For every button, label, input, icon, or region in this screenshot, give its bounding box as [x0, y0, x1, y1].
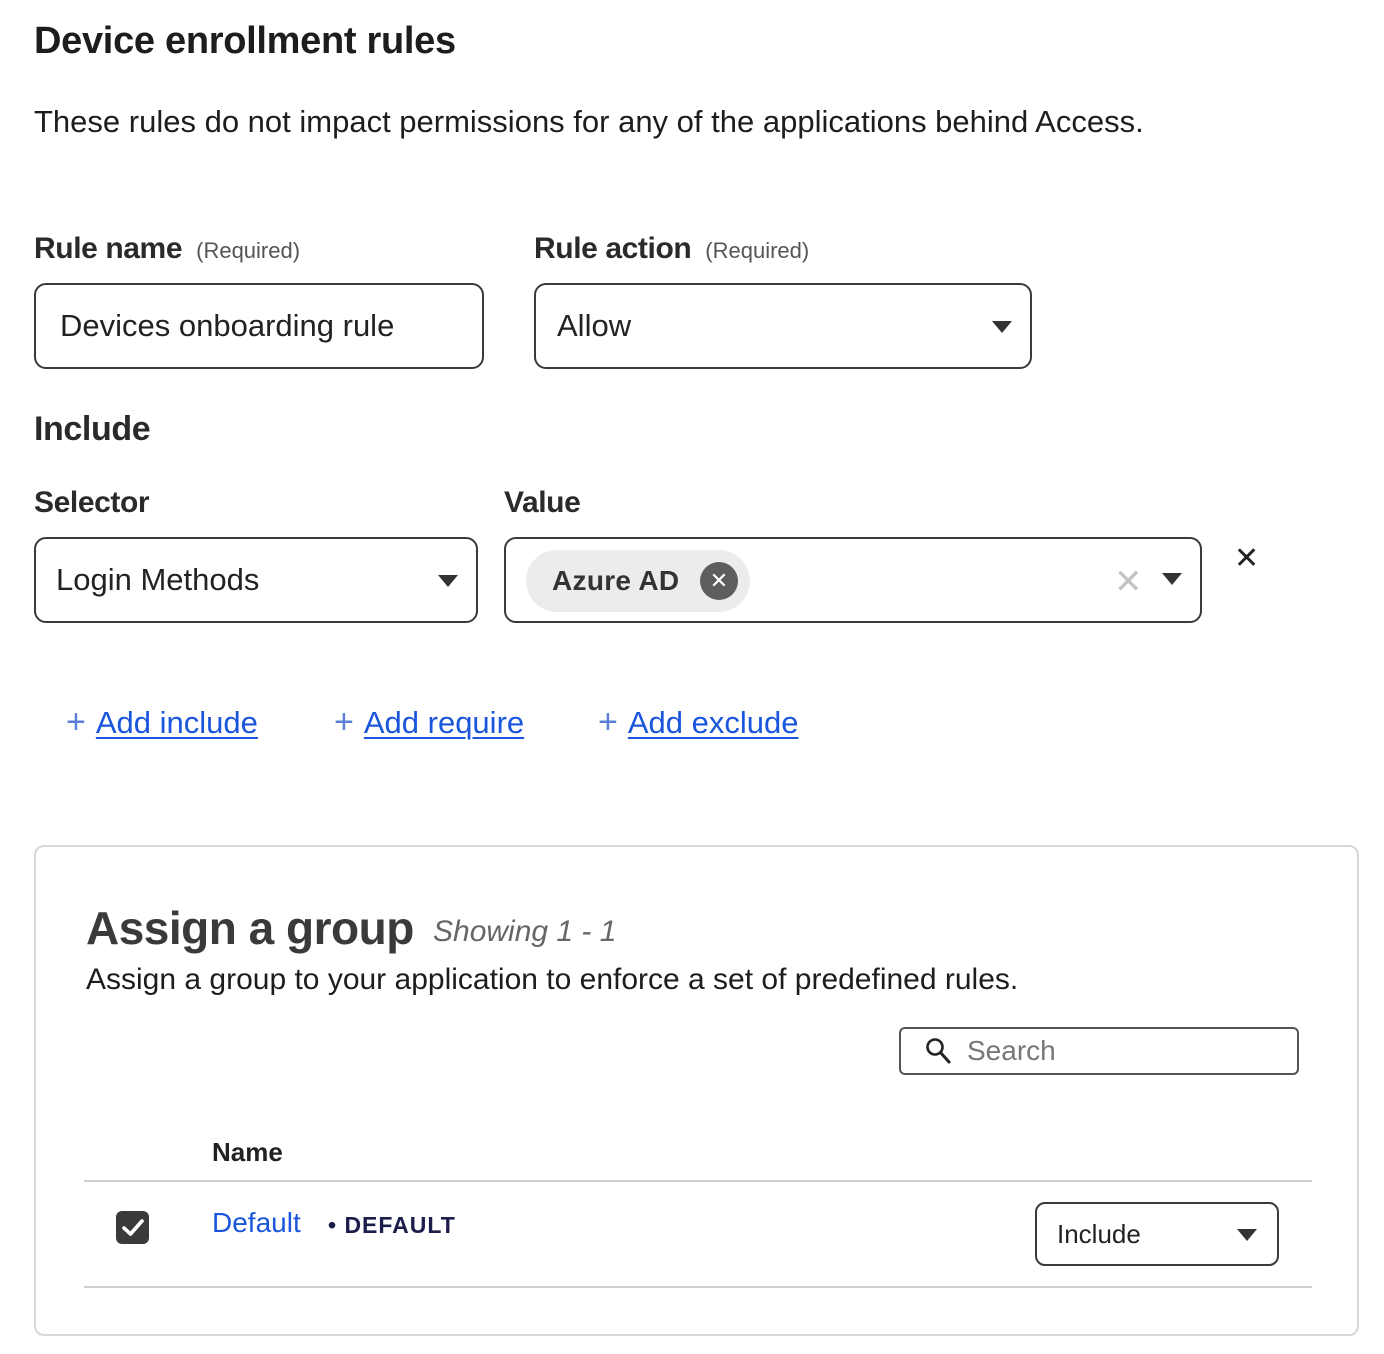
clear-icon[interactable]: ✕ [1114, 565, 1143, 599]
search-icon [926, 1038, 951, 1064]
value-chip: Azure AD ✕ [526, 550, 750, 612]
checkmark-icon [121, 1218, 144, 1236]
group-mode-select[interactable]: Include [1035, 1202, 1279, 1266]
rule-action-label: Rule action (Required) [534, 232, 809, 266]
rule-name-input[interactable]: Devices onboarding rule [34, 283, 484, 369]
assign-group-description: Assign a group to your application to en… [86, 963, 1019, 996]
rule-name-label-text: Rule name [34, 232, 183, 265]
add-require-text: Add require [363, 704, 525, 740]
rule-name-required: (Required) [196, 238, 301, 263]
chevron-down-icon[interactable] [1162, 573, 1182, 585]
table-row-divider [84, 1286, 1312, 1288]
add-exclude-link[interactable]: + Add exclude [598, 703, 798, 742]
default-badge: • DEFAULT [328, 1212, 456, 1238]
showing-count: Showing 1 - 1 [433, 915, 617, 948]
plus-icon: + [598, 703, 618, 741]
page-description: These rules do not impact permissions fo… [34, 104, 1144, 139]
chevron-down-icon [1237, 1229, 1257, 1241]
add-exclude-text: Add exclude [627, 704, 799, 740]
plus-icon: + [334, 703, 354, 741]
assign-group-card: Assign a group Showing 1 - 1 Assign a gr… [34, 845, 1359, 1336]
page-title: Device enrollment rules [34, 20, 456, 62]
device-enrollment-rules-page: Device enrollment rules These rules do n… [0, 0, 1384, 1354]
add-include-link[interactable]: + Add include [66, 703, 258, 742]
value-multiselect[interactable]: Azure AD ✕ ✕ [504, 537, 1202, 623]
search-input[interactable] [967, 1033, 1287, 1069]
add-include-text: Add include [95, 704, 258, 740]
plus-icon: + [66, 703, 86, 741]
rule-action-value: Allow [557, 308, 632, 343]
rule-action-label-text: Rule action [534, 232, 692, 265]
selector-select[interactable]: Login Methods [34, 537, 478, 623]
value-chip-label: Azure AD [552, 565, 680, 596]
chip-remove-icon[interactable]: ✕ [700, 562, 738, 600]
table-header-divider [84, 1180, 1312, 1182]
column-header-name: Name [212, 1137, 283, 1167]
group-mode-value: Include [1057, 1218, 1141, 1249]
add-require-link[interactable]: + Add require [334, 703, 524, 742]
row-checkbox[interactable] [116, 1211, 149, 1244]
group-name-link[interactable]: Default [212, 1207, 301, 1239]
chevron-down-icon [438, 575, 458, 587]
remove-rule-close-icon[interactable]: ✕ [1234, 544, 1259, 574]
rule-name-value: Devices onboarding rule [60, 308, 395, 343]
rule-action-required: (Required) [705, 238, 810, 263]
assign-group-title: Assign a group [86, 902, 414, 954]
include-heading: Include [34, 410, 151, 448]
value-label: Value [504, 486, 581, 519]
selector-label: Selector [34, 486, 150, 519]
selector-value: Login Methods [56, 562, 260, 597]
group-search[interactable] [899, 1027, 1299, 1075]
rule-name-label: Rule name (Required) [34, 232, 300, 266]
rule-action-select[interactable]: Allow [534, 283, 1032, 369]
chevron-down-icon [992, 321, 1012, 333]
